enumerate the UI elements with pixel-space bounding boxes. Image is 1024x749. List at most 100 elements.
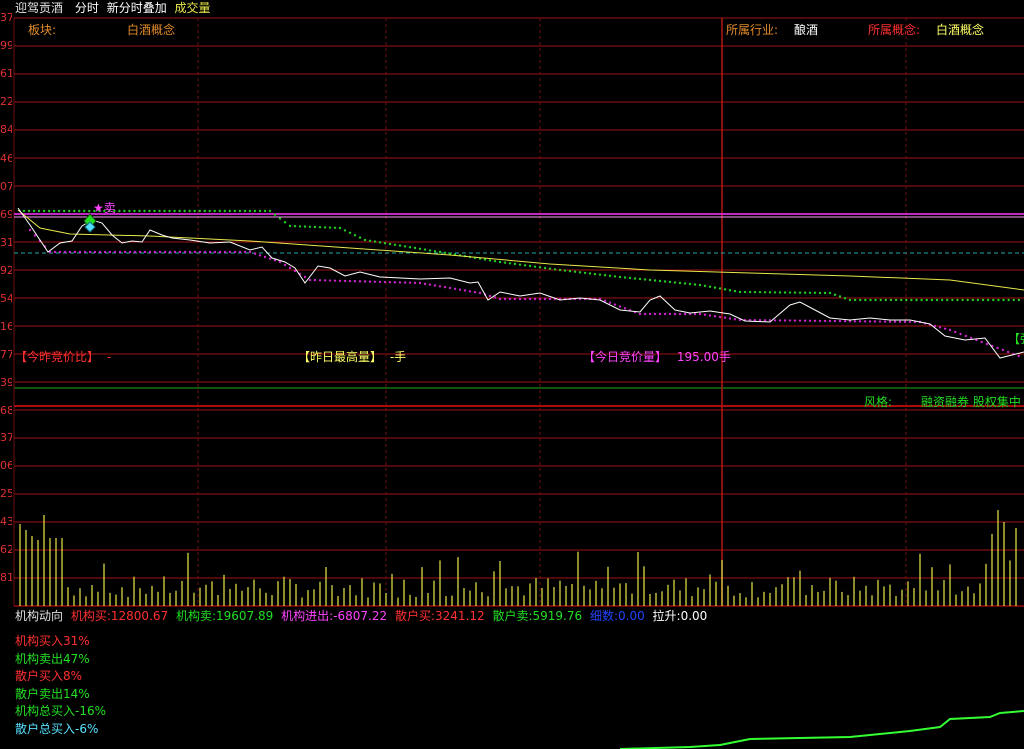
sell-signal-dot: [393, 281, 397, 284]
volume-axis-label: 25: [0, 488, 12, 500]
buy-signal-dot: [658, 279, 662, 283]
tab-volume[interactable]: 成交量: [175, 1, 211, 15]
buy-signal-dot: [283, 221, 287, 224]
buy-signal-dot: [288, 224, 292, 228]
buy-signal-dot: [981, 298, 985, 302]
buy-signal-dot: [688, 282, 692, 286]
sell-signal-dot: [363, 280, 367, 283]
sell-signal-dot: [258, 254, 262, 257]
buy-signal-dot: [813, 291, 817, 295]
price-axis-label: 99: [0, 40, 12, 53]
sell-signal-dot: [763, 319, 767, 322]
sell-signal-dot: [718, 315, 722, 319]
sell-signal-dot: [458, 288, 462, 291]
hidden-value: 0.00: [618, 609, 645, 623]
buy-signal-dot: [248, 209, 252, 213]
buy-signal-dot: [148, 209, 151, 213]
buy-signal-dot: [653, 279, 657, 282]
inst-sell-label: 机构卖:: [175, 609, 217, 623]
buy-signal-dot: [930, 298, 934, 302]
buy-signal-dot: [663, 280, 667, 283]
tab-intraday[interactable]: 分时: [75, 1, 99, 15]
buy-signal-dot: [843, 297, 847, 300]
price-axis-label: 61: [0, 68, 12, 81]
sell-signal-dot: [608, 301, 612, 304]
sell-signal-dot: [178, 250, 182, 254]
sell-signal-dot: [683, 312, 687, 316]
sector-value[interactable]: 白酒概念: [127, 23, 175, 37]
buy-signal-dot: [393, 243, 397, 246]
sell-signal-dot: [303, 275, 307, 279]
buy-signal-dot: [718, 287, 722, 290]
buy-signal-dot: [278, 217, 282, 220]
sell-signal-dot: [208, 250, 212, 254]
industry-label: 所属行业:: [726, 23, 779, 37]
sell-signal-dot: [93, 250, 97, 254]
sell-signal-dot: [808, 319, 812, 322]
sell-signal-dot: [118, 250, 122, 254]
sell-signal-dot: [233, 250, 237, 254]
sell-signal-dot: [58, 250, 62, 254]
buy-signal-dot: [303, 225, 307, 228]
sell-signal-dot: [818, 319, 822, 323]
sell-signal-dot: [883, 320, 887, 323]
buy-signal-dot: [773, 291, 777, 294]
buy-signal-dot: [803, 291, 807, 294]
buy-signal-dot: [915, 298, 918, 302]
buy-signal-dot: [920, 298, 923, 302]
flow-summary: 机构动向 机构买:12800.67 机构卖:19607.89 机构进出:-680…: [15, 609, 707, 623]
buy-signal-dot: [513, 262, 517, 266]
retail-buy-value: 3241.12: [435, 609, 485, 623]
buy-signal-dot: [52, 209, 56, 213]
buy-signal-dot: [133, 209, 136, 213]
buy-signal-dot: [258, 209, 262, 213]
buy-signal-dot: [778, 291, 782, 294]
sell-signal-dot: [148, 250, 152, 254]
buy-signal-dot: [348, 231, 352, 234]
buy-signal-dot: [956, 298, 959, 302]
industry-value[interactable]: 酿酒: [794, 23, 818, 37]
sell-signal-dot: [213, 250, 217, 254]
style-label: 风格:: [864, 395, 893, 409]
buy-signal-dot: [398, 244, 402, 247]
buy-signal-dot: [163, 209, 166, 213]
buy-signal-dot: [573, 270, 577, 273]
buy-signal-dot: [153, 209, 156, 213]
sell-signal-dot: [433, 284, 437, 287]
tab-new-overlay[interactable]: 新分时叠加: [107, 1, 167, 15]
sell-signal-dot: [713, 315, 717, 318]
buy-signal-dot: [966, 298, 969, 302]
buy-signal-dot: [828, 291, 832, 295]
buy-signal-dot: [668, 280, 672, 284]
ratio-item: 机构总买入-16%: [15, 704, 107, 719]
buy-signal-dot: [168, 209, 171, 213]
sell-signal-dot: [173, 250, 177, 254]
stock-name: 迎驾贡酒: [15, 1, 64, 15]
sell-signal-dot: [513, 297, 517, 301]
sell-signal-dot: [813, 319, 817, 323]
sell-signal-dot: [73, 250, 77, 254]
sell-signal-dot: [248, 250, 252, 254]
sell-signal-dot: [538, 297, 542, 301]
buy-signal-dot: [218, 209, 221, 213]
volume-axis-label: 62: [0, 544, 12, 556]
buy-signal-dot: [32, 209, 36, 213]
hidden-label: 细数:: [589, 609, 618, 623]
sell-signal-dot: [838, 319, 842, 323]
chart-canvas[interactable]: [0, 0, 1024, 749]
buy-signal-dot: [118, 209, 121, 213]
buy-signal-dot: [1007, 298, 1010, 302]
sell-signal-dot: [288, 266, 292, 270]
buy-signal-dot: [808, 291, 812, 294]
sell-signal-dot: [358, 280, 362, 283]
concept-value[interactable]: 白酒概念: [936, 23, 984, 37]
buy-signal-dot: [673, 281, 677, 284]
sell-signal-dot: [328, 279, 332, 282]
ratio-item: 散户买入8%: [15, 669, 83, 684]
sell-signal-dot: [283, 263, 287, 267]
buy-signal-dot: [613, 275, 617, 278]
buy-signal-dot: [493, 259, 497, 263]
buy-signal-dot: [593, 272, 597, 276]
volume-axis-label: 37: [0, 432, 12, 444]
buy-signal-dot: [1002, 298, 1005, 302]
